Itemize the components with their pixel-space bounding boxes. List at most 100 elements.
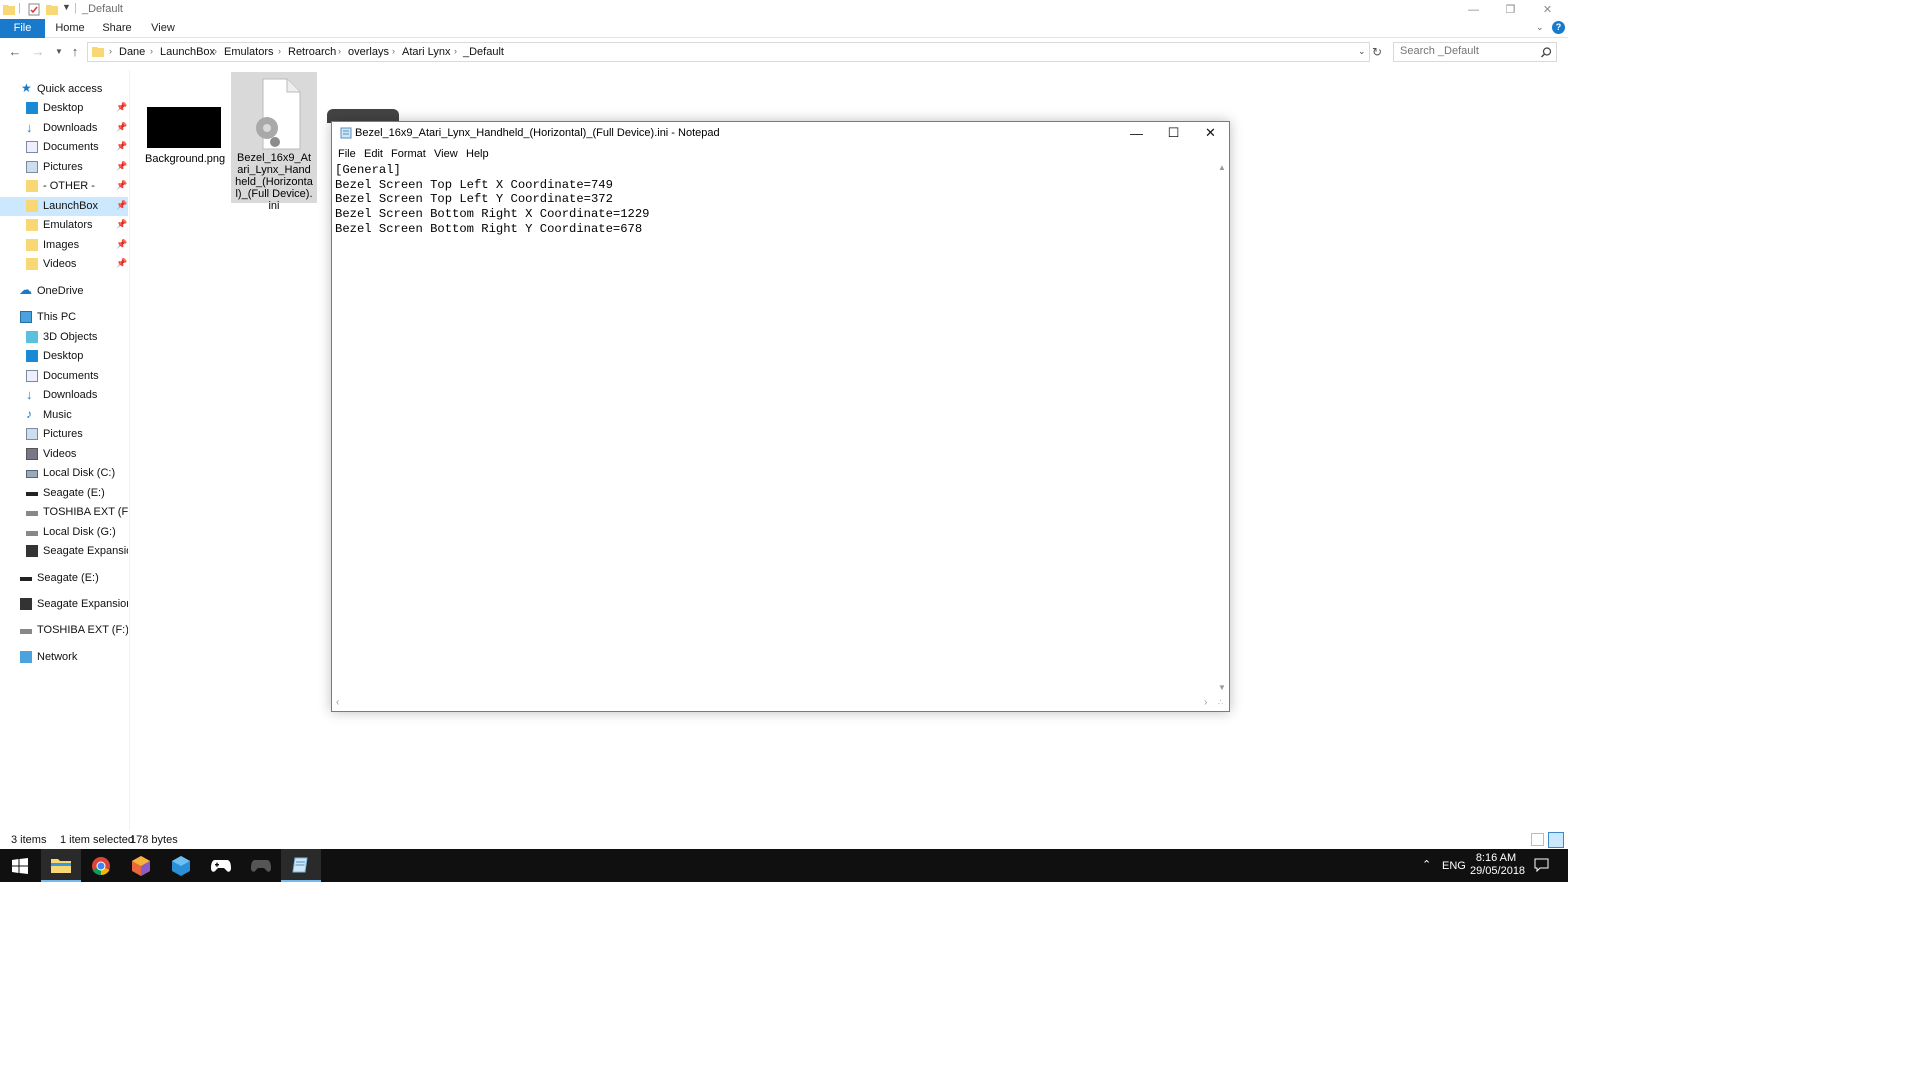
taskbar-file-explorer[interactable] [41,849,81,882]
sidebar-item-drive-seagate-e[interactable]: Seagate (E:) [0,569,128,588]
menu-format[interactable]: Format [391,148,426,160]
close-button[interactable]: ✕ [1529,0,1566,19]
taskbar-gamepad[interactable] [201,849,241,882]
sidebar-item-launchbox[interactable]: LaunchBox 📌 [0,197,128,216]
tab-share[interactable]: Share [97,19,137,38]
properties-icon[interactable] [28,3,40,16]
minimize-button[interactable]: — [1455,0,1492,19]
notepad-titlebar[interactable]: Bezel_16x9_Atari_Lynx_Handheld_(Horizont… [332,122,1229,144]
large-icons-view-icon[interactable] [1548,832,1564,848]
menu-help[interactable]: Help [466,148,489,160]
sidebar-item-downloads[interactable]: ↓ Downloads 📌 [0,119,128,138]
help-icon[interactable]: ? [1552,21,1565,34]
search-box[interactable] [1393,42,1557,62]
sidebar-item-this-pc[interactable]: This PC [0,308,128,327]
taskbar-notepad[interactable] [281,849,321,882]
breadcrumb-retroarch[interactable]: Retroarch [288,46,336,58]
taskbar-gamepad-dark[interactable] [241,849,281,882]
notepad-text-area[interactable]: [General] Bezel Screen Top Left X Coordi… [335,163,1215,695]
notepad-maximize-button[interactable]: ☐ [1155,122,1192,144]
input-language[interactable]: ENG [1442,860,1466,872]
search-input[interactable] [1400,45,1540,57]
gamepad-icon [211,859,231,872]
system-clock[interactable]: 8:16 AM 29/05/2018 [1470,852,1525,878]
sidebar-item-local-disk-g[interactable]: Local Disk (G:) [0,523,128,542]
taskbar-box-app[interactable] [161,849,201,882]
breadcrumb-separator[interactable]: › [278,46,281,56]
restore-button[interactable]: ❐ [1492,0,1529,19]
sidebar-item-pc-documents[interactable]: Documents [0,367,128,386]
details-view-icon[interactable] [1531,833,1544,846]
horizontal-scrollbar[interactable]: ‹ › ∴ [332,696,1223,711]
sidebar-item-3d-objects[interactable]: 3D Objects [0,328,128,347]
breadcrumb-separator[interactable]: › [338,46,341,56]
scroll-right-arrow[interactable]: › [1204,697,1207,708]
sidebar-item-seagate-expansion[interactable]: Seagate Expansion D [0,542,128,561]
sidebar-item-documents[interactable]: Documents 📌 [0,138,128,157]
scroll-down-arrow[interactable]: ▼ [1218,683,1226,692]
sidebar-item-pc-desktop[interactable]: Desktop [0,347,128,366]
back-button[interactable]: ← [7,44,23,60]
up-button[interactable]: ↑ [67,44,83,60]
expand-ribbon-icon[interactable]: ⌄ [1536,22,1544,33]
scroll-up-arrow[interactable]: ▲ [1218,163,1226,172]
sidebar-item-toshiba-f[interactable]: TOSHIBA EXT (F:) [0,503,128,522]
sidebar-item-pictures[interactable]: Pictures 📌 [0,158,128,177]
sidebar-item-seagate-e[interactable]: Seagate (E:) [0,484,128,503]
taskbar-launchbox[interactable] [121,849,161,882]
sidebar-item-music[interactable]: ♪ Music [0,406,128,425]
tab-home[interactable]: Home [50,19,90,38]
sidebar-item-pc-downloads[interactable]: ↓ Downloads [0,386,128,405]
sidebar-item-emulators[interactable]: Emulators 📌 [0,216,128,235]
search-icon[interactable] [1541,47,1552,58]
sidebar-item-quick-access[interactable]: ★ Quick access [0,80,128,99]
new-folder-icon[interactable] [46,3,58,16]
sidebar-item-drive-seagate-expansion[interactable]: Seagate Expansion Dr [0,595,128,614]
address-bar[interactable]: › Dane › LaunchBox › Emulators › Retroar… [87,42,1370,62]
recent-locations-button[interactable]: ▼ [51,44,67,60]
action-center-icon[interactable] [1534,858,1549,872]
sidebar-item-onedrive[interactable]: ☁ OneDrive [0,282,128,301]
breadcrumb-separator[interactable]: › [392,46,395,56]
breadcrumb-overlays[interactable]: overlays [348,46,389,58]
address-history-dropdown[interactable]: ⌄ [1358,46,1366,57]
breadcrumb-default[interactable]: _Default [463,46,504,58]
breadcrumb-dane[interactable]: Dane [119,46,145,58]
sidebar-item-pc-pictures[interactable]: Pictures [0,425,128,444]
customize-toolbar-icon[interactable]: ▼ [62,2,71,12]
status-bar: 3 items 1 item selected 178 bytes [0,832,1568,849]
sidebar-item-desktop[interactable]: Desktop 📌 [0,99,128,118]
show-hidden-icons-icon[interactable]: ⌃ [1422,858,1431,871]
notepad-close-button[interactable]: ✕ [1192,122,1229,144]
sidebar-item-local-disk-c[interactable]: Local Disk (C:) [0,464,128,483]
vertical-scrollbar[interactable]: ▲ ▼ [1216,163,1229,695]
file-item-background[interactable]: Background.png [145,100,225,170]
tab-view[interactable]: View [143,19,183,38]
menu-edit[interactable]: Edit [364,148,383,160]
breadcrumb-launchbox[interactable]: LaunchBox [160,46,215,58]
sidebar-item-network[interactable]: Network [0,648,128,667]
breadcrumb-emulators[interactable]: Emulators [224,46,274,58]
scroll-left-arrow[interactable]: ‹ [336,697,339,708]
navigation-pane: ★ Quick access Desktop 📌 ↓ Downloads 📌 D… [0,70,130,830]
file-item-bezel-ini[interactable]: Bezel_16x9_Atari_Lynx_Handheld_(Horizont… [231,72,317,212]
breadcrumb-separator[interactable]: › [454,46,457,56]
refresh-icon[interactable]: ↻ [1372,45,1382,59]
sidebar-item-videos[interactable]: Videos 📌 [0,255,128,274]
sidebar-item-other[interactable]: - OTHER - 📌 [0,177,128,196]
breadcrumb-separator[interactable]: › [214,46,217,56]
tab-file[interactable]: File [0,19,45,38]
start-button[interactable] [0,849,40,882]
menu-file[interactable]: File [338,148,356,160]
notepad-minimize-button[interactable]: — [1118,122,1155,144]
taskbar-chrome[interactable] [81,849,121,882]
sidebar-item-images[interactable]: Images 📌 [0,236,128,255]
breadcrumb-separator[interactable]: › [150,46,153,56]
sidebar-item-drive-toshiba-f[interactable]: TOSHIBA EXT (F:) [0,621,128,640]
resize-grip[interactable]: ∴ [1218,698,1223,707]
menu-view[interactable]: View [434,148,458,160]
forward-button[interactable]: → [30,44,46,60]
sidebar-item-pc-videos[interactable]: Videos [0,445,128,464]
external-drive-icon [20,598,32,610]
breadcrumb-atari-lynx[interactable]: Atari Lynx [402,46,451,58]
